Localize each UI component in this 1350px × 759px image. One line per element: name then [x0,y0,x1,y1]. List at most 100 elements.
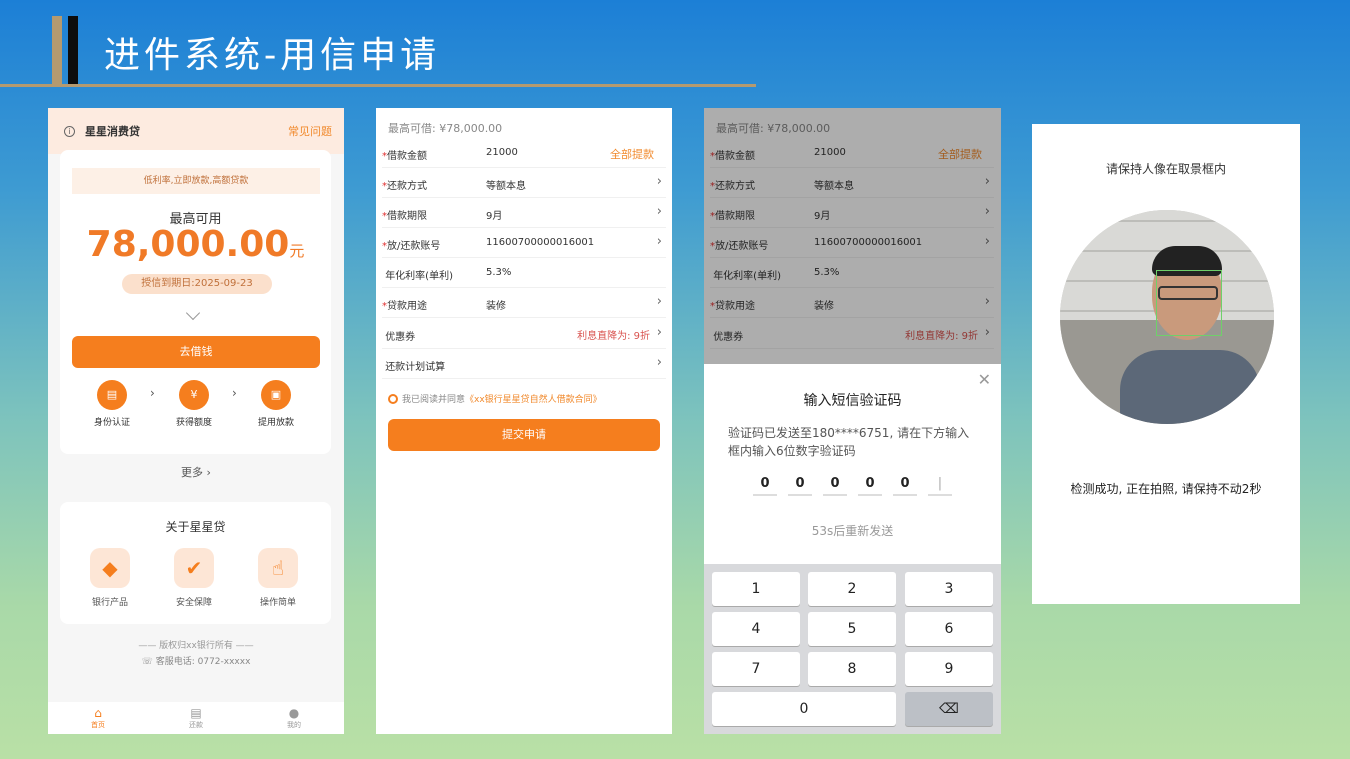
radio-checked-icon[interactable] [388,394,398,404]
sms-code-sheet: ✕ 输入短信验证码 验证码已发送至180****6751, 请在下方输入框内输入… [704,364,1001,734]
step-quota: ¥ 获得额度 [164,380,224,428]
chevron-right-icon: › [656,355,662,370]
tab-label: 我的 [287,721,301,729]
title-underline [0,84,756,87]
otp-digit-2[interactable]: 0 [788,476,812,496]
person-body [1120,350,1260,424]
user-icon: ● [288,706,300,720]
id-card-icon: ▤ [97,380,127,410]
row-label-text: 还款方式 [387,181,427,192]
row-label-text: 借款金额 [387,151,427,162]
chevron-right-icon: › [656,294,662,309]
phone-loan-form: 最高可借: ¥78,000.00 *借款金额 21000 全部提款 *还款方式 … [376,108,672,734]
backspace-icon[interactable]: ⌫ [905,692,993,726]
service-phone-text: 客服电话: 0772-xxxxx [155,657,251,667]
brand-name: 星星消费贷 [85,125,140,138]
agree-text: 我已阅读并同意 [402,395,466,405]
key-5[interactable]: 5 [808,612,896,646]
row-loan-term[interactable]: *借款期限 9月 › [382,198,666,228]
tab-label: 还款 [189,721,203,729]
row-loan-purpose[interactable]: *贷款用途 装修 › [382,288,666,318]
faq-link[interactable]: 常见问题 [288,123,332,139]
row-account[interactable]: *放/还款账号 11600700000016001 › [382,228,666,258]
key-7[interactable]: 7 [712,652,800,686]
key-4[interactable]: 4 [712,612,800,646]
otp-digit-4[interactable]: 0 [858,476,882,496]
home-header: i 星星消费贷 常见问题 [48,108,344,154]
step-label: 获得额度 [175,418,212,428]
credit-expire-badge: 授信到期日:2025-09-23 [122,274,272,294]
home-icon: ⌂ [94,706,102,720]
step-label: 提用放款 [257,418,294,428]
wallet-icon: ▣ [261,380,291,410]
loan-purpose-value: 装修 [486,301,506,312]
withdraw-all-link[interactable]: 全部提款 [610,146,654,162]
row-loan-amount[interactable]: *借款金额 21000 全部提款 [382,138,666,168]
chevron-right-icon: › [656,174,662,189]
loan-term-value: 9月 [486,211,503,222]
tab-repay[interactable]: ▤ 还款 [166,706,226,730]
feature-label: 操作简单 [259,598,296,608]
submit-button[interactable]: 提交申请 [388,419,660,451]
credit-card-panel: 低利率,立即放款,高额贷款 最高可用 78,000.00元 授信到期日:2025… [60,150,331,454]
row-label: *借款期限 [382,207,427,222]
row-repay-method[interactable]: *还款方式 等额本息 › [382,168,666,198]
row-label-text: 还款计划试算 [385,362,446,373]
row-coupon[interactable]: 优惠券 利息直降为: 9折 › [382,319,666,349]
service-phone: ☏ 客服电话: 0772-xxxxx [48,654,344,667]
key-8[interactable]: 8 [808,652,896,686]
feature-label: 安全保障 [175,598,212,608]
otp-digit-6[interactable]: | [928,476,952,496]
cube-icon: ◆ [90,548,130,588]
otp-digit-3[interactable]: 0 [823,476,847,496]
modal-backdrop[interactable] [704,108,1001,364]
face-status: 检测成功, 正在拍照, 请保持不动2秒 [1070,482,1262,496]
row-repay-plan[interactable]: 还款计划试算 › [382,349,666,379]
tab-mine[interactable]: ● 我的 [264,706,324,730]
info-icon[interactable]: i [64,125,75,137]
row-label: *还款方式 [382,177,427,192]
otp-digit-5[interactable]: 0 [893,476,917,496]
key-2[interactable]: 2 [808,572,896,606]
key-1[interactable]: 1 [712,572,800,606]
feature-label: 银行产品 [91,598,128,608]
key-3[interactable]: 3 [905,572,993,606]
tab-home[interactable]: ⌂ 首页 [68,706,128,730]
chevron-right-icon: › [656,204,662,219]
loan-amount-value[interactable]: 21000 [486,147,518,158]
yen-wallet-icon: ¥ [179,380,209,410]
row-label-text: 借款期限 [387,211,427,222]
agreement-checkbox[interactable]: 我已阅读并同意《xx银行星星贷自然人借款合同》 [388,392,602,405]
more-label: 更多 [181,466,204,479]
otp-digit-1[interactable]: 0 [753,476,777,496]
title-accent-bar-black [68,16,78,84]
feature-bank-product: ◆ 银行产品 [80,548,140,608]
key-0[interactable]: 0 [712,692,896,726]
contract-link[interactable]: 《xx银行星星贷自然人借款合同》 [465,395,602,405]
face-instruction: 请保持人像在取景框内 [1105,162,1226,176]
key-9[interactable]: 9 [905,652,993,686]
more-link[interactable]: 更多 › [48,464,344,480]
row-label-text: 贷款用途 [387,301,427,312]
tap-hand-icon: ☝ [258,548,298,588]
row-label: 年化利率(单利) [382,267,453,282]
chevron-right-icon: › [150,386,155,400]
key-6[interactable]: 6 [905,612,993,646]
chevron-down-icon[interactable] [185,305,201,321]
row-label: 优惠券 [382,328,415,343]
coupon-value: 利息直降为: 9折 [577,331,650,342]
row-label-text: 放/还款账号 [387,241,441,252]
tab-label: 首页 [91,721,105,729]
clipboard-icon: ▤ [190,706,202,720]
numeric-keypad: 1 2 3 4 5 6 7 8 9 0 ⌫ [704,564,1001,734]
sms-title: 输入短信验证码 [803,393,902,409]
interest-rate-value: 5.3% [486,267,512,278]
step-label: 身份认证 [93,418,130,428]
close-icon[interactable]: ✕ [978,370,991,389]
borrow-button[interactable]: 去借钱 [72,336,320,368]
amount-unit: 元 [289,242,305,260]
bottom-tab-bar: ⌂ 首页 ▤ 还款 ● 我的 [48,702,344,734]
phone-home-screen: i 星星消费贷 常见问题 低利率,立即放款,高额贷款 最高可用 78,000.0… [48,108,344,734]
feature-security: ✔ 安全保障 [164,548,224,608]
available-amount: 78,000.00元 [60,224,331,265]
